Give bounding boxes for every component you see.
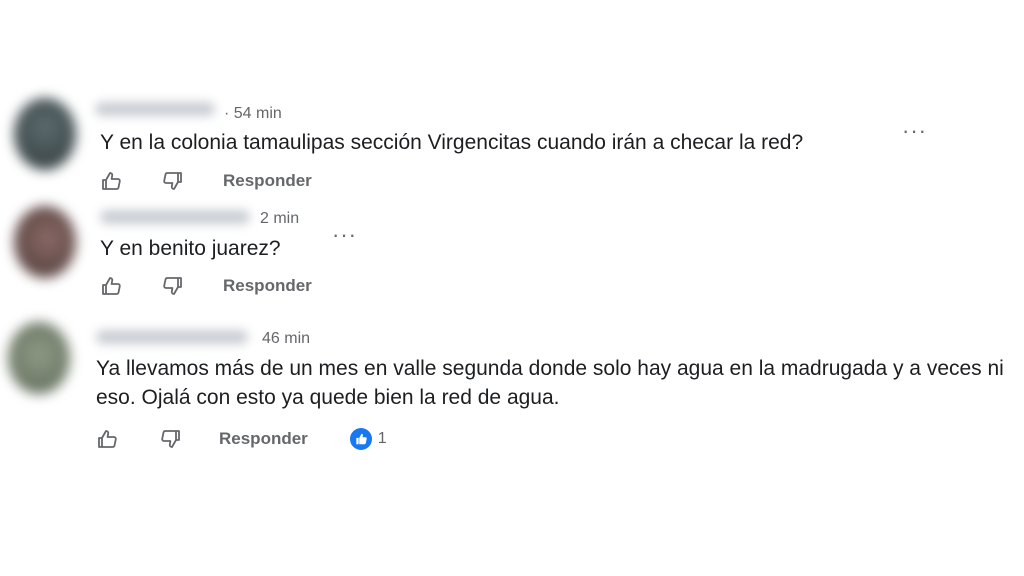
like-reaction-icon	[349, 428, 372, 450]
avatar[interactable]	[14, 98, 76, 170]
thumbs-down-icon[interactable]	[157, 425, 185, 453]
reply-button[interactable]: Responder	[223, 171, 312, 191]
comment-text: Ya llevamos más de un mes en valle segun…	[96, 357, 1004, 409]
author-name[interactable]	[96, 330, 248, 344]
avatar[interactable]	[8, 322, 70, 394]
reaction-summary[interactable]: 1	[349, 428, 387, 450]
thumbs-down-icon[interactable]	[159, 272, 187, 300]
thumbs-down-icon[interactable]	[159, 167, 187, 195]
reaction-count: 1	[377, 430, 387, 447]
comment-timestamp[interactable]: 46 min	[262, 330, 310, 348]
comment-actions: Responder	[97, 272, 312, 300]
author-name[interactable]	[95, 102, 215, 116]
thumbs-up-icon[interactable]	[97, 272, 125, 300]
comment-text: Y en la colonia tamaulipas sección Virge…	[100, 131, 804, 154]
comment-text: Y en benito juarez?	[100, 237, 281, 260]
comment-actions: Responder	[97, 167, 312, 195]
reply-button[interactable]: Responder	[219, 429, 308, 449]
avatar[interactable]	[14, 206, 76, 278]
author-name[interactable]	[100, 210, 250, 224]
comment-timestamp[interactable]: 2 min	[260, 210, 299, 228]
thumbs-up-icon[interactable]	[93, 425, 121, 453]
comment-actions: Responder 1	[93, 425, 387, 453]
more-options-icon[interactable]: ···	[902, 120, 927, 142]
comment-timestamp[interactable]: · 54 min	[224, 105, 282, 123]
thumbs-up-icon[interactable]	[97, 167, 125, 195]
reply-button[interactable]: Responder	[223, 276, 312, 296]
